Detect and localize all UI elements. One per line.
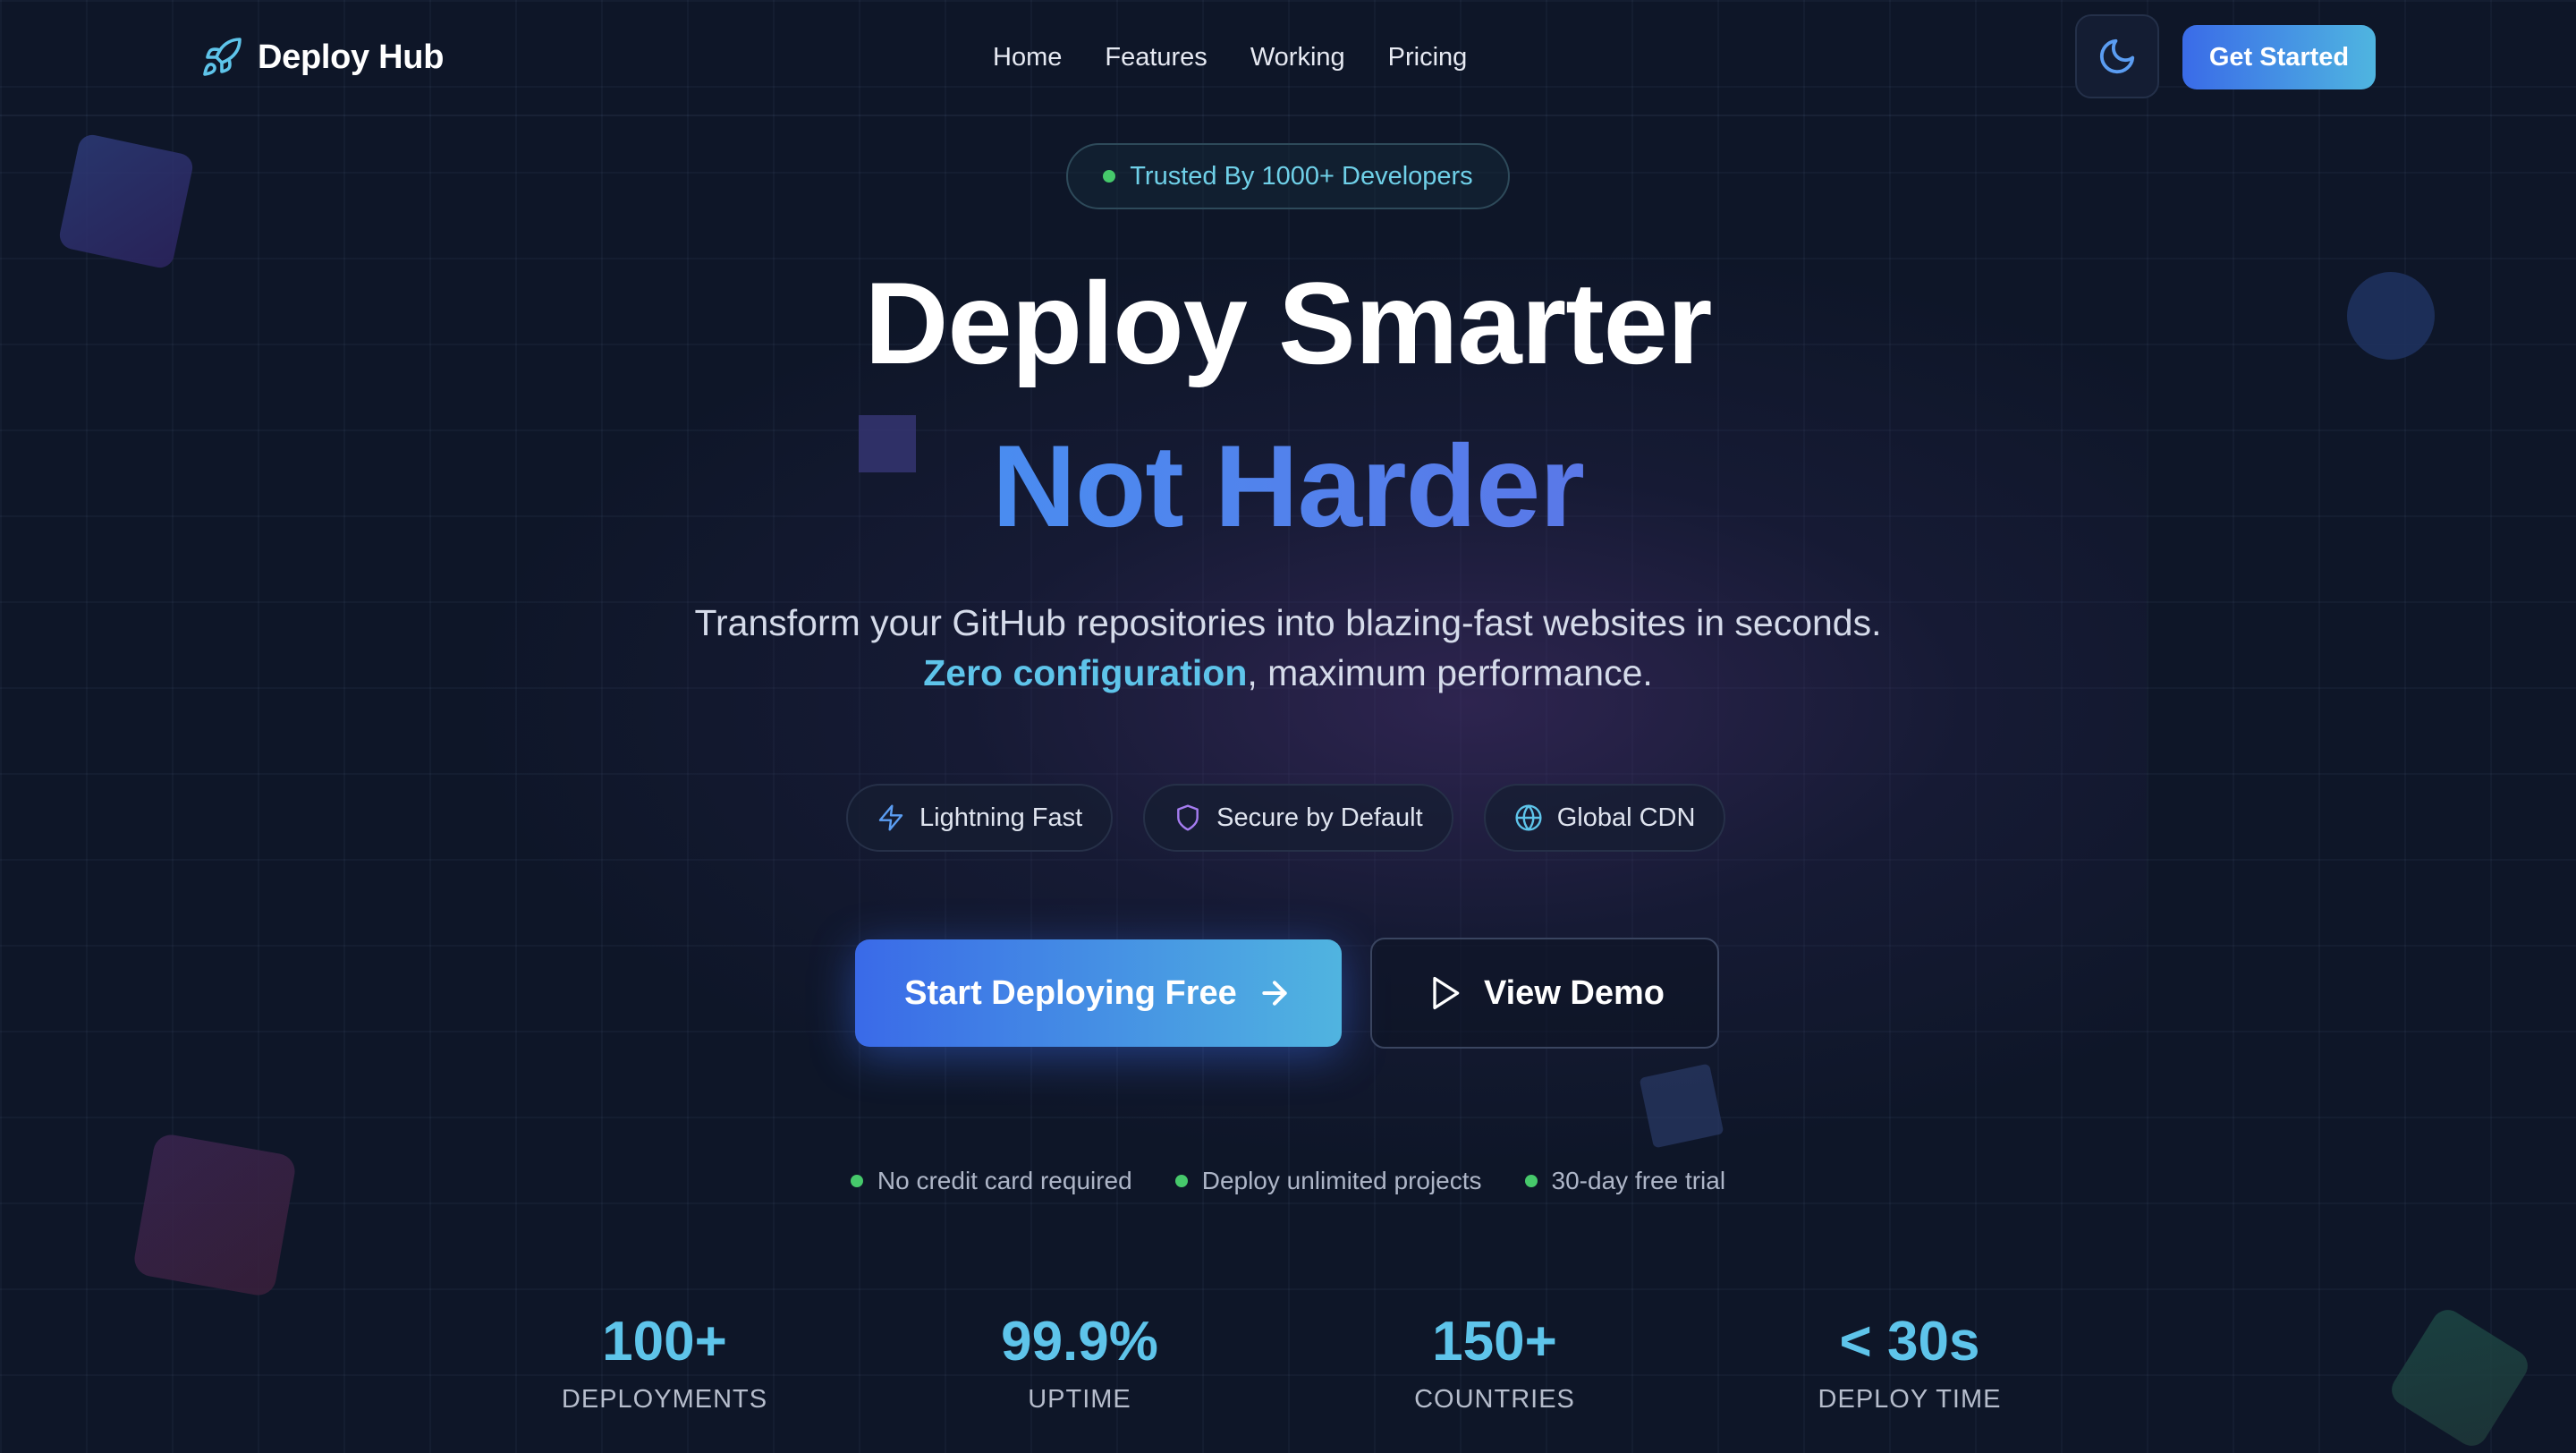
status-dot: [1524, 1175, 1538, 1187]
hero-subtitle: Transform your GitHub repositories into …: [0, 598, 2576, 698]
hero-title-line2: Not Harder: [992, 421, 1585, 551]
logo-text: Deploy Hub: [258, 38, 445, 76]
get-started-button[interactable]: Get Started: [2182, 25, 2376, 89]
start-deploying-label: Start Deploying Free: [904, 973, 1237, 1012]
hero-title-line2-wrap: Not Harder: [0, 419, 2576, 553]
perk-label: No credit card required: [877, 1167, 1132, 1194]
globe-icon: [1514, 803, 1543, 832]
stat-value: 99.9%: [1001, 1311, 1158, 1372]
moon-icon: [2097, 36, 2138, 77]
stat-label: DEPLOY TIME: [1818, 1385, 2002, 1414]
stats-row: 100+ DEPLOYMENTS 99.9% UPTIME 150+ COUNT…: [0, 1306, 2576, 1453]
site-header: Deploy Hub Home Features Working Pricing…: [0, 0, 2576, 116]
play-icon: [1425, 973, 1464, 1013]
pill-label: Secure by Default: [1216, 803, 1423, 832]
decorative-square: [1639, 1063, 1724, 1149]
stat-label: UPTIME: [1028, 1385, 1131, 1414]
trusted-badge: Trusted By 1000+ Developers: [1066, 143, 1510, 209]
lightning-icon: [877, 803, 905, 832]
subtitle-line1: Transform your GitHub repositories into …: [694, 602, 1882, 643]
background-grid: [0, 0, 2576, 1453]
stat-value: 100+: [602, 1311, 727, 1372]
stat-uptime: 99.9% UPTIME: [919, 1306, 1241, 1415]
stat-value: 150+: [1432, 1311, 1557, 1372]
nav-item-working[interactable]: Working: [1250, 43, 1345, 72]
subtitle-line2: Zero configuration, maximum performance.: [0, 648, 2576, 698]
perk-label: 30-day free trial: [1551, 1167, 1726, 1194]
logo[interactable]: Deploy Hub: [200, 32, 444, 82]
status-dot: [1174, 1175, 1188, 1187]
view-demo-button[interactable]: View Demo: [1370, 938, 1719, 1049]
stat-label: DEPLOYMENTS: [561, 1385, 768, 1414]
stat-label: COUNTRIES: [1414, 1385, 1575, 1414]
stat-countries: 150+ COUNTRIES: [1334, 1306, 1656, 1415]
hero-title-line1: Deploy Smarter: [864, 258, 1713, 388]
view-demo-label: View Demo: [1483, 973, 1665, 1012]
perks-list: No credit card required Deploy unlimited…: [0, 1163, 2576, 1199]
stat-value: < 30s: [1839, 1311, 1980, 1372]
theme-toggle-button[interactable]: [2075, 14, 2159, 98]
nav-item-features[interactable]: Features: [1105, 43, 1207, 72]
pill-secure-by-default: Secure by Default: [1143, 784, 1453, 852]
rocket-icon: [200, 36, 243, 79]
decorative-square: [131, 1132, 298, 1298]
pill-label: Global CDN: [1556, 803, 1696, 832]
perk-label: Deploy unlimited projects: [1201, 1167, 1482, 1194]
perk-item: Deploy unlimited projects: [1174, 1163, 1482, 1199]
start-deploying-button[interactable]: Start Deploying Free: [855, 939, 1342, 1047]
perk-item: No credit card required: [850, 1163, 1132, 1199]
stat-deploy-time: < 30s DEPLOY TIME: [1749, 1306, 2071, 1415]
stat-deployments: 100+ DEPLOYMENTS: [504, 1306, 826, 1415]
pill-global-cdn: Global CDN: [1483, 784, 1726, 852]
arrow-right-icon: [1257, 975, 1292, 1011]
nav-item-pricing[interactable]: Pricing: [1388, 43, 1468, 72]
pill-label: Lightning Fast: [919, 803, 1083, 832]
subtitle-rest: , maximum performance.: [1247, 652, 1653, 693]
perk-item: 30-day free trial: [1524, 1163, 1726, 1199]
main-nav: Home Features Working Pricing: [993, 36, 1467, 79]
feature-pills: Lightning Fast Secure by Default Global …: [846, 784, 1726, 852]
status-dot: [850, 1175, 863, 1187]
pill-lightning-fast: Lightning Fast: [846, 784, 1114, 852]
shield-icon: [1174, 803, 1202, 832]
subtitle-highlight: Zero configuration: [923, 652, 1248, 693]
badge-text: Trusted By 1000+ Developers: [1130, 161, 1473, 191]
decorative-square: [56, 132, 196, 271]
status-dot: [1103, 170, 1116, 183]
nav-item-home[interactable]: Home: [993, 43, 1062, 72]
